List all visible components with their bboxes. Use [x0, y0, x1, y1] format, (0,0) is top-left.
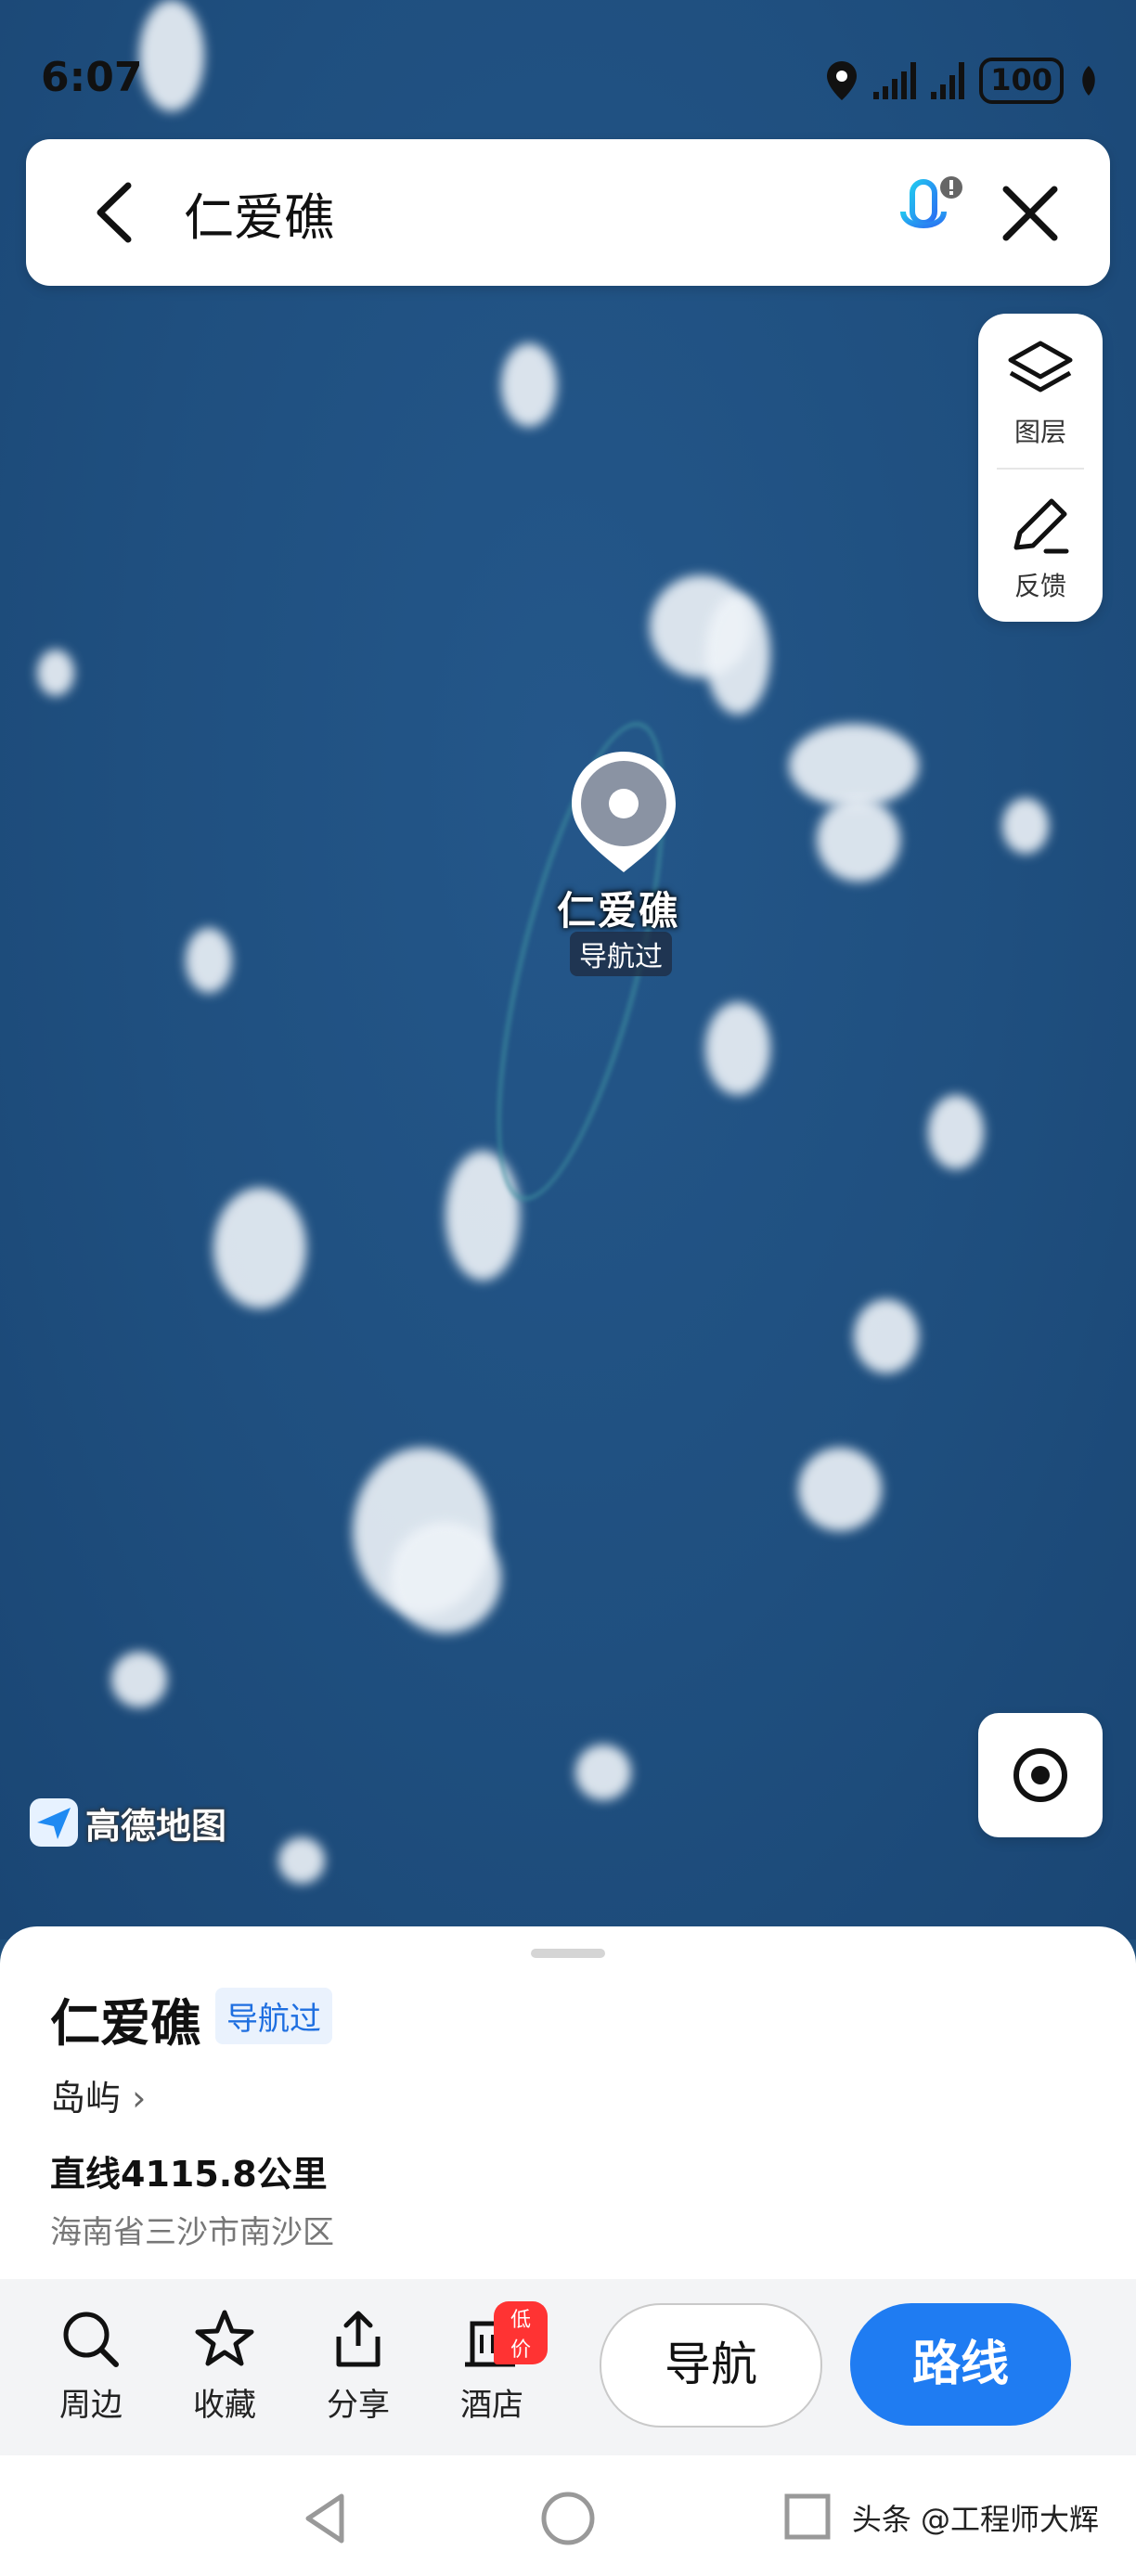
distance-text: 直线4115.8公里 [50, 2154, 328, 2195]
marker-subtitle: 导航过 [570, 932, 672, 976]
voice-mic-icon[interactable] [894, 174, 968, 254]
cloud [798, 1448, 882, 1531]
cloud [928, 1095, 984, 1169]
share-icon [336, 2311, 381, 2367]
battery-indicator: 100 [979, 58, 1064, 104]
marker-title[interactable]: 仁爱礁 [557, 880, 679, 936]
cloud [1002, 798, 1049, 854]
close-icon[interactable] [1000, 184, 1060, 243]
share-button[interactable]: 分享 [303, 2307, 414, 2425]
search-icon [63, 2312, 119, 2367]
cloud [705, 1002, 770, 1095]
layers-icon [1008, 341, 1073, 393]
nav-back-icon[interactable] [297, 2489, 353, 2548]
signal-2-icon [931, 62, 965, 99]
cloud [575, 1745, 631, 1800]
cloud [37, 650, 74, 696]
cloud [390, 1522, 501, 1633]
place-detail-sheet[interactable]: 仁爱礁 导航过 岛屿 › 直线4115.8公里 海南省三沙市南沙区 周边 收藏 [0, 1926, 1136, 2576]
locate-target-icon [1013, 1748, 1067, 1802]
chevron-right-icon: › [132, 2078, 147, 2119]
back-icon[interactable] [91, 180, 137, 245]
search-bar[interactable]: 仁爱礁 [26, 139, 1110, 286]
divider [997, 468, 1084, 470]
cloud [817, 798, 900, 882]
search-query[interactable]: 仁爱礁 [184, 176, 334, 250]
place-type-link[interactable]: 岛屿 › [50, 2069, 146, 2120]
feedback-label: 反馈 [1013, 571, 1066, 601]
signal-1-icon [873, 62, 917, 99]
feedback-button[interactable]: 反馈 [978, 490, 1103, 603]
place-name: 仁爱礁 [50, 1994, 200, 2053]
satellite-map[interactable]: 仁爱礁 导航过 高德地图 [0, 0, 1136, 1939]
favorite-label: 收藏 [193, 2387, 256, 2424]
favorite-button[interactable]: 收藏 [169, 2307, 280, 2425]
watermark: 头条 @工程师大辉 [851, 2502, 1099, 2537]
layers-label: 图层 [1013, 417, 1066, 447]
system-nav-bar: 头条 @工程师大辉 [0, 2455, 1136, 2576]
leaf-icon [1082, 66, 1095, 96]
cloud [278, 1837, 325, 1884]
layers-button[interactable]: 图层 [978, 336, 1103, 449]
status-icons: 100 [825, 58, 1099, 104]
cloud [705, 594, 770, 715]
nav-recents-icon[interactable] [780, 2489, 835, 2544]
cloud [139, 0, 204, 111]
cloud [854, 1299, 919, 1373]
route-button[interactable]: 路线 [850, 2303, 1071, 2426]
share-label: 分享 [327, 2387, 390, 2424]
hotel-button[interactable]: 酒店 低价 [436, 2301, 548, 2425]
edit-pen-icon [1013, 498, 1069, 554]
cloud [789, 724, 919, 807]
drag-handle[interactable] [531, 1949, 605, 1958]
cloud [186, 928, 232, 993]
status-time: 6:07 [41, 54, 143, 101]
location-pin-icon[interactable] [568, 748, 679, 878]
nearby-button[interactable]: 周边 [35, 2307, 147, 2425]
amap-logo-icon [30, 1798, 78, 1847]
hotel-label: 酒店 [460, 2387, 523, 2424]
logo-text: 高德地图 [85, 1805, 227, 1847]
low-price-badge: 低价 [494, 2301, 548, 2364]
action-bar: 周边 收藏 分享 酒店 低价 导航 路线 [0, 2279, 1136, 2455]
cloud [111, 1652, 167, 1707]
cloud [213, 1188, 306, 1308]
cloud [501, 343, 557, 427]
nearby-label: 周边 [59, 2387, 123, 2424]
visited-badge: 导航过 [215, 1988, 332, 2044]
address-text: 海南省三沙市南沙区 [50, 2214, 334, 2251]
my-location-button[interactable] [978, 1713, 1103, 1837]
nav-home-icon[interactable] [538, 2489, 598, 2548]
star-icon [195, 2310, 254, 2366]
place-type-label: 岛屿 [50, 2078, 122, 2119]
location-icon [827, 61, 858, 100]
map-logo: 高德地图 [28, 1797, 226, 1848]
map-tools-panel: 图层 反馈 [978, 314, 1103, 622]
navigate-button[interactable]: 导航 [600, 2303, 822, 2428]
